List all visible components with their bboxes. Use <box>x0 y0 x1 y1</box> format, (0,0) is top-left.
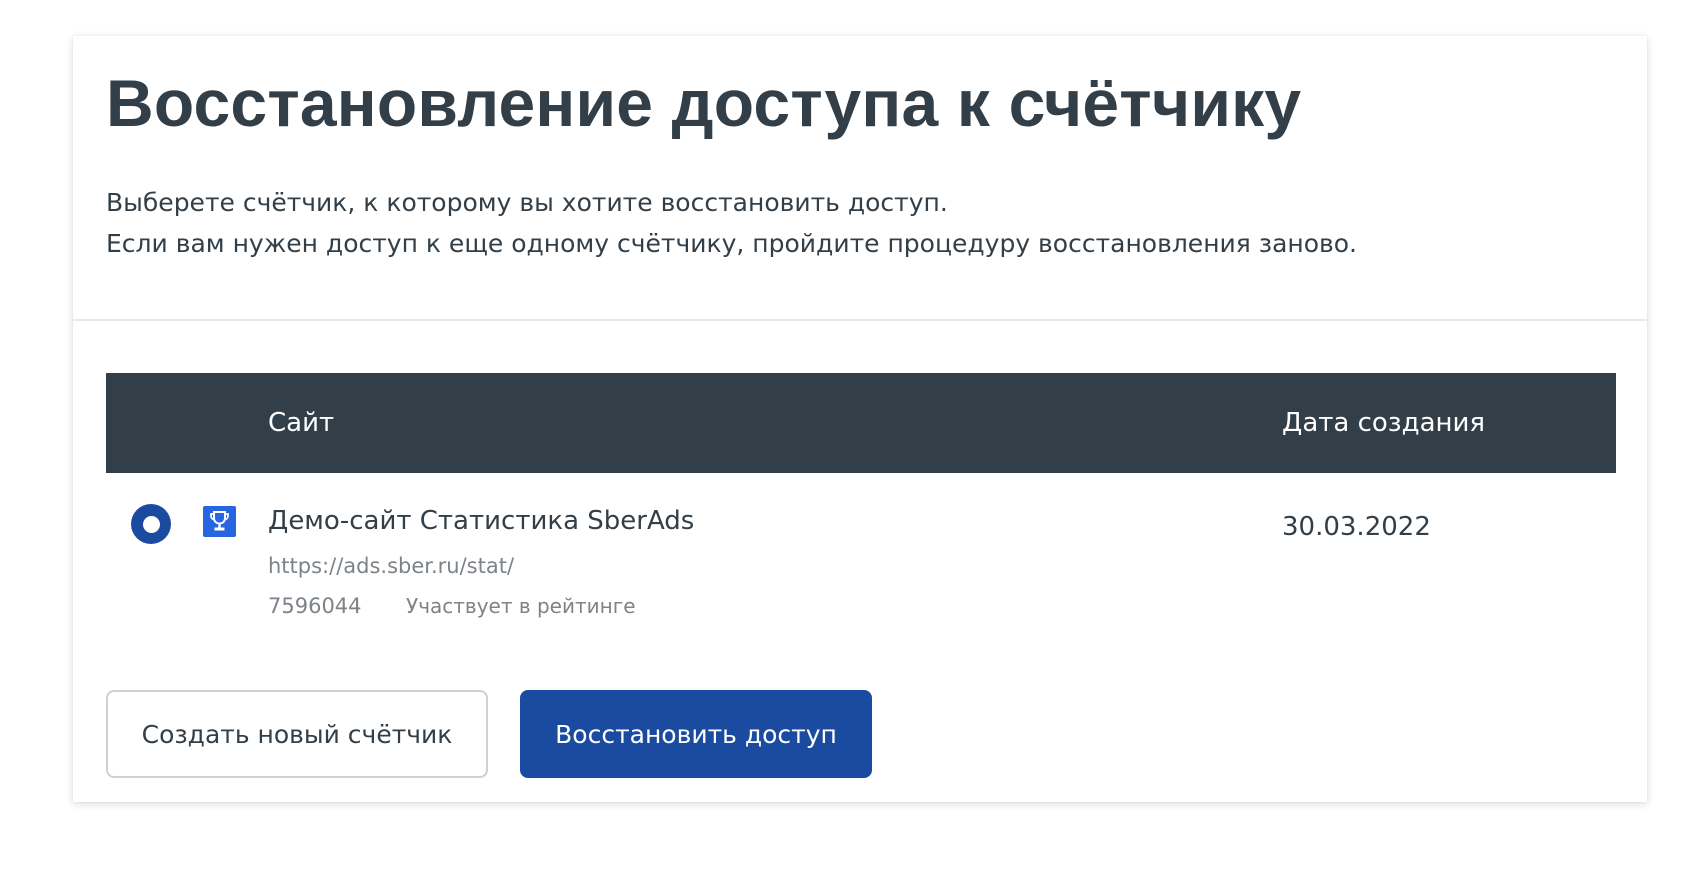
counter-id: 7596044 <box>268 594 362 618</box>
page-description: Выберете счётчик, к которому вы хотите в… <box>106 182 1647 264</box>
column-header-created: Дата создания <box>1282 408 1486 438</box>
description-line-2: Если вам нужен доступ к еще одному счётч… <box>106 229 1358 258</box>
created-date: 30.03.2022 <box>1282 512 1431 542</box>
site-url: https://ads.sber.ru/stat/ <box>268 554 515 578</box>
restore-access-button[interactable]: Восстановить доступ <box>520 690 872 778</box>
counter-recovery-card: Восстановление доступа к счётчику Выбере… <box>73 36 1647 802</box>
radio-dot <box>142 515 160 533</box>
counters-table: Сайт Дата создания Демо-сайт Статистика … <box>106 373 1616 633</box>
trophy-icon <box>203 506 236 537</box>
create-counter-button[interactable]: Создать новый счётчик <box>106 690 488 778</box>
site-name: Демо-сайт Статистика SberAds <box>268 506 695 536</box>
rating-status: Участвует в рейтинге <box>406 594 636 618</box>
counter-radio-selected[interactable] <box>131 504 171 544</box>
page-title: Восстановление доступа к счётчику <box>106 66 1302 140</box>
table-row[interactable]: Демо-сайт Статистика SberAds https://ads… <box>106 473 1616 633</box>
card-header: Восстановление доступа к счётчику Выбере… <box>73 36 1647 321</box>
table-header: Сайт Дата создания <box>106 373 1616 473</box>
description-line-1: Выберете счётчик, к которому вы хотите в… <box>106 188 948 217</box>
column-header-site: Сайт <box>268 408 335 438</box>
